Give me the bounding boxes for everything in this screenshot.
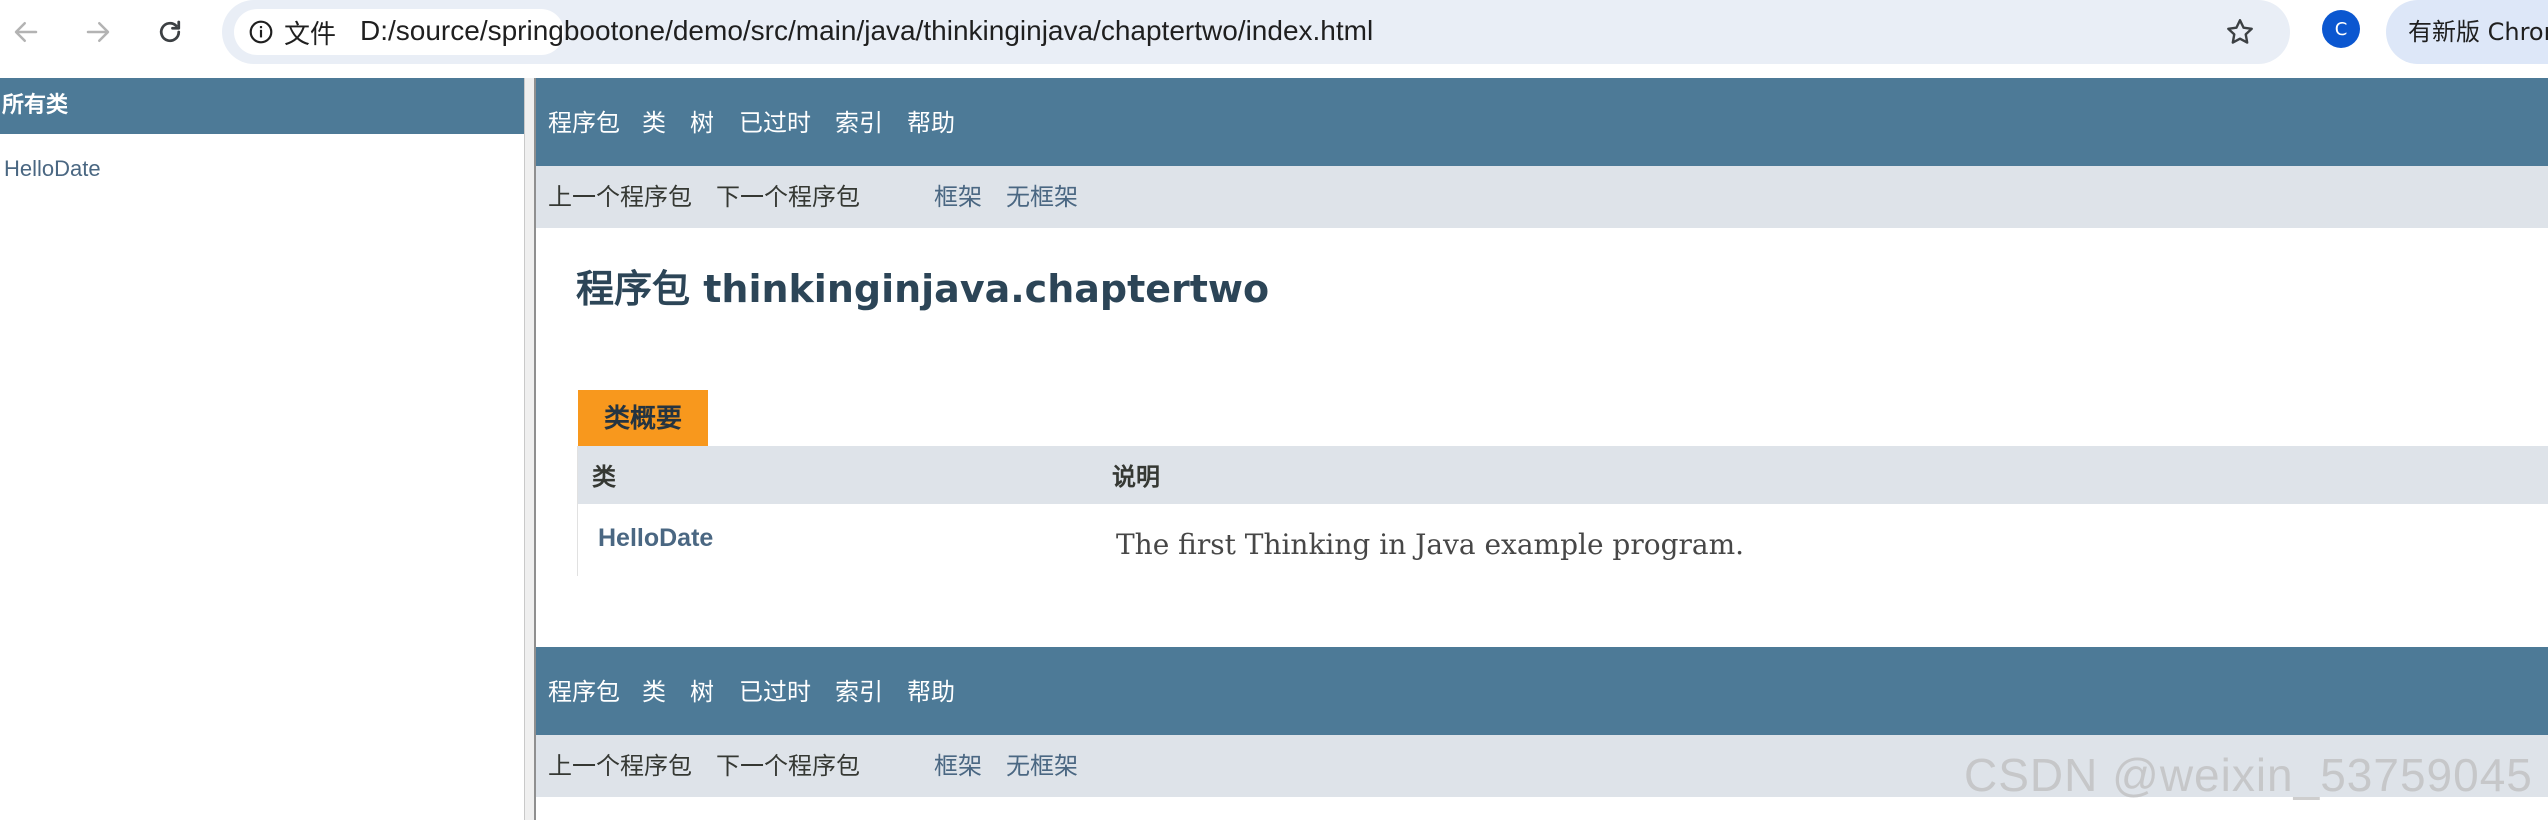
sub-nav-bar: 上一个程序包 下一个程序包 框架 无框架 — [536, 166, 2548, 228]
all-classes-header: 所有类 — [0, 78, 524, 134]
browser-toolbar: 文件 D:/source/springbootone/demo/src/main… — [0, 0, 2548, 78]
bottom-nav-class[interactable]: 类 — [642, 647, 666, 737]
all-classes-frame: 所有类 HelloDate — [0, 78, 524, 820]
nav-tree[interactable]: 树 — [690, 78, 714, 168]
star-icon — [2227, 19, 2253, 44]
csdn-watermark: CSDN @weixin_53759045 — [1964, 749, 2533, 801]
address-bar[interactable]: 文件 D:/source/springbootone/demo/src/main… — [222, 0, 2290, 64]
nav-deprecated[interactable]: 已过时 — [739, 78, 811, 168]
all-classes-title: 所有类 — [2, 93, 69, 118]
info-icon — [249, 20, 273, 44]
bottom-nav-bar: 程序包 类 树 已过时 索引 帮助 — [536, 647, 2548, 735]
bottom-nav-package[interactable]: 程序包 — [548, 647, 620, 737]
prev-package-label: 上一个程序包 — [548, 183, 692, 211]
bottom-nav-index[interactable]: 索引 — [835, 647, 883, 737]
package-frame: 程序包 类 树 已过时 索引 帮助 上一个程序包 下一个程序包 框架 无框架 程… — [536, 78, 2548, 820]
top-nav-bar: 程序包 类 树 已过时 索引 帮助 — [536, 78, 2548, 166]
class-summary-table: 类 说明 HelloDate The first Thinking in Jav… — [577, 446, 2548, 576]
back-button[interactable] — [4, 10, 48, 54]
reload-icon — [159, 20, 181, 43]
table-header-row: 类 说明 — [578, 446, 2548, 504]
frames-link[interactable]: 框架 — [934, 166, 982, 228]
nav-index[interactable]: 索引 — [835, 78, 883, 168]
forward-arrow-icon — [86, 22, 110, 42]
nav-help[interactable]: 帮助 — [907, 78, 955, 168]
bottom-frames-link[interactable]: 框架 — [934, 735, 982, 797]
next-package-label: 下一个程序包 — [716, 183, 860, 211]
class-name-link[interactable]: HelloDate — [598, 524, 713, 553]
column-header-description: 说明 — [1112, 463, 1160, 491]
class-summary-caption: 类概要 — [578, 390, 708, 446]
nav-class[interactable]: 类 — [642, 78, 666, 168]
site-info-label: 文件 — [284, 19, 337, 50]
bottom-next-package-label: 下一个程序包 — [716, 752, 860, 780]
bottom-nav-deprecated[interactable]: 已过时 — [739, 647, 811, 737]
bottom-prev-package-label: 上一个程序包 — [548, 752, 692, 780]
bookmark-button[interactable] — [2218, 10, 2262, 54]
column-header-class: 类 — [592, 463, 616, 491]
page-title: 程序包 thinkinginjava.chaptertwo — [576, 267, 1270, 311]
bottom-no-frames-link[interactable]: 无框架 — [1006, 735, 1078, 797]
update-chrome-chip[interactable]: 有新版 Chrome — [2386, 0, 2548, 64]
back-arrow-icon — [14, 22, 38, 42]
bottom-nav-tree[interactable]: 树 — [690, 647, 714, 737]
reload-button[interactable] — [148, 10, 192, 54]
no-frames-link[interactable]: 无框架 — [1006, 166, 1078, 228]
frame-divider[interactable] — [524, 78, 536, 820]
nav-package[interactable]: 程序包 — [548, 78, 620, 168]
table-row: HelloDate The first Thinking in Java exa… — [578, 504, 2548, 576]
bottom-nav-help[interactable]: 帮助 — [907, 647, 955, 737]
profile-avatar[interactable]: C — [2322, 10, 2360, 48]
url-text[interactable]: D:/source/springbootone/demo/src/main/ja… — [360, 0, 1373, 64]
forward-button[interactable] — [76, 10, 120, 54]
class-link-hellodate[interactable]: HelloDate — [4, 156, 101, 182]
class-description: The first Thinking in Java example progr… — [1116, 528, 1745, 561]
